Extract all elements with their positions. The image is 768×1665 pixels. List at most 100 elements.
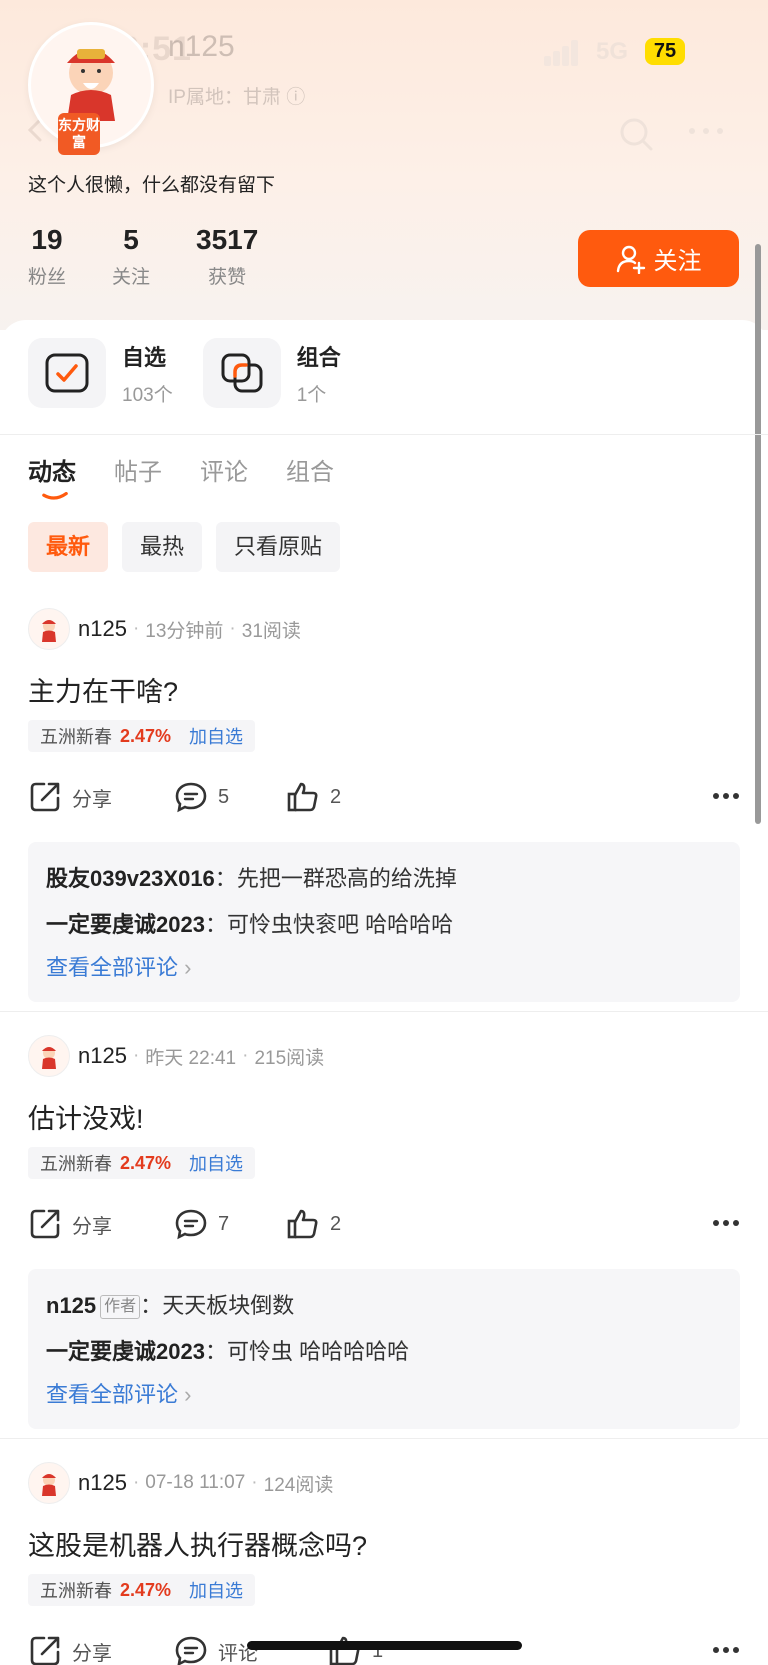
stock-change: 2.47%: [120, 725, 172, 746]
comment-preview[interactable]: 股友039v23X016：先把一群恐高的给洗掉 一定要虔诚2023：可怜虫快衮吧…: [28, 842, 740, 1002]
author-avatar[interactable]: [28, 1462, 70, 1504]
share-label: 分享: [72, 1215, 112, 1238]
view-all-comments-link[interactable]: 查看全部评论 ›: [46, 1375, 722, 1415]
tab-portfolios[interactable]: 组合: [286, 452, 334, 487]
portfolio-icon: [202, 338, 281, 408]
comment-icon: [175, 782, 207, 813]
author-name[interactable]: n125: [78, 616, 127, 642]
like-button[interactable]: 2: [286, 780, 341, 814]
quick-link-portfolio[interactable]: 组合 1个: [202, 338, 341, 408]
quick-link-count: 103个: [122, 384, 173, 406]
author-name[interactable]: n125: [78, 1043, 127, 1069]
comment-user[interactable]: 一定要虔诚2023: [46, 1339, 205, 1364]
filter-hottest[interactable]: 最热: [122, 522, 203, 572]
share-button[interactable]: 分享: [28, 1634, 112, 1665]
stock-name: 五洲新春: [40, 727, 112, 747]
comment-button[interactable]: 7: [174, 1207, 229, 1241]
post-time: 昨天 22:41: [145, 1047, 237, 1069]
post-reads: 215阅读: [254, 1047, 325, 1069]
follow-label: 关注: [653, 248, 702, 275]
add-watchlist-link[interactable]: 加自选: [189, 723, 243, 749]
comment-text: 先把一群恐高的给洗掉: [236, 866, 457, 891]
post-reads: 124阅读: [263, 1474, 334, 1496]
search-icon[interactable]: [618, 116, 654, 152]
add-watchlist-link[interactable]: 加自选: [189, 1577, 243, 1603]
scrollbar[interactable]: [755, 244, 761, 824]
author-avatar[interactable]: [28, 608, 70, 650]
quick-link-title: 组合: [296, 344, 341, 370]
share-button[interactable]: 分享: [28, 1207, 112, 1241]
comment-user[interactable]: n125: [46, 1293, 96, 1318]
more-menu-icon[interactable]: [686, 124, 726, 136]
like-count: 2: [330, 785, 342, 808]
stat-value: 19: [31, 224, 63, 255]
post-title[interactable]: 估计没戏!: [28, 1097, 144, 1136]
author-tag: 作者: [100, 1295, 141, 1319]
tab-underline-icon: [42, 492, 68, 500]
share-button[interactable]: 分享: [28, 780, 112, 814]
filter-latest[interactable]: 最新: [28, 522, 109, 572]
post-reads: 31阅读: [241, 620, 301, 642]
stock-name: 五洲新春: [40, 1154, 112, 1174]
ip-location: IP属地：甘肃 ⓘ: [168, 87, 306, 108]
comment-preview[interactable]: n125 作者 ：天天板块倒数 一定要虔诚2023：可怜虫 哈哈哈哈哈 查看全部评论…: [28, 1269, 740, 1429]
follow-button[interactable]: 关注: [578, 230, 739, 287]
comment-user[interactable]: 一定要虔诚2023: [46, 912, 205, 937]
post-more-icon[interactable]: [712, 1219, 740, 1227]
thumbs-up-icon: [287, 782, 318, 812]
tab-bar: 动态 帖子 评论 组合: [28, 452, 372, 487]
stock-name: 五洲新春: [40, 1581, 112, 1601]
post-actions: 分享 7 2: [28, 1207, 740, 1243]
comment-line: n125 作者 ：天天板块倒数: [46, 1293, 295, 1319]
header-username: n125: [168, 30, 235, 63]
quick-link-count: 1个: [296, 384, 327, 406]
post-time: 13分钟前: [145, 620, 224, 642]
comment-button[interactable]: 5: [174, 780, 229, 814]
watchlist-icon: [28, 338, 106, 408]
filter-original-only[interactable]: 只看原贴: [216, 522, 341, 572]
comment-user[interactable]: 股友039v23X016: [46, 866, 215, 891]
share-icon: [30, 782, 60, 812]
divider: [0, 1011, 768, 1012]
tab-activity[interactable]: 动态: [28, 452, 76, 487]
add-watchlist-link[interactable]: 加自选: [189, 1150, 243, 1176]
profile-stats: 19 粉丝 5 关注 3517 获赞: [28, 224, 304, 289]
like-count: 2: [330, 1212, 342, 1235]
comment-icon: [175, 1636, 207, 1665]
comment-line: 股友039v23X016：先把一群恐高的给洗掉: [46, 866, 457, 891]
stat-value: 3517: [196, 224, 259, 255]
battery-icon: 75: [645, 38, 685, 65]
post-more-icon[interactable]: [712, 1646, 740, 1654]
stat-label: 粉丝: [28, 267, 67, 288]
stat-following[interactable]: 5 关注: [112, 224, 150, 289]
profile-bio: 这个人很懒，什么都没有留下: [28, 175, 276, 196]
like-button[interactable]: 2: [286, 1207, 341, 1241]
comment-text: 天天板块倒数: [162, 1293, 295, 1318]
post-title[interactable]: 这股是机器人执行器概念吗?: [28, 1524, 367, 1563]
brand-badge: 东方财富: [58, 113, 100, 155]
stock-tag[interactable]: 五洲新春 2.47% 加自选: [28, 1574, 256, 1606]
comment-button[interactable]: 评论: [174, 1634, 258, 1665]
view-all-comments-link[interactable]: 查看全部评论 ›: [46, 948, 722, 988]
stock-tag[interactable]: 五洲新春 2.47% 加自选: [28, 1147, 256, 1179]
post-actions: 分享 5 2: [28, 780, 740, 816]
author-name[interactable]: n125: [78, 1470, 127, 1496]
tab-comments[interactable]: 评论: [200, 452, 248, 487]
stat-label: 获赞: [208, 267, 247, 288]
post-time: 07-18 11:07: [145, 1472, 246, 1493]
home-indicator[interactable]: [247, 1641, 522, 1650]
share-label: 分享: [72, 1642, 112, 1665]
stat-likes[interactable]: 3517 获赞: [196, 224, 258, 289]
post-title[interactable]: 主力在干啥?: [28, 670, 178, 709]
signal-icon: [544, 38, 586, 66]
post-more-icon[interactable]: [712, 792, 740, 800]
share-icon: [30, 1209, 60, 1239]
quick-link-watchlist[interactable]: 自选 103个: [28, 338, 173, 408]
comment-text: 可怜虫 哈哈哈哈哈: [226, 1339, 410, 1364]
stat-fans[interactable]: 19 粉丝: [28, 224, 66, 289]
thumbs-up-icon: [287, 1209, 318, 1239]
stock-tag[interactable]: 五洲新春 2.47% 加自选: [28, 720, 256, 752]
quick-link-title: 自选: [122, 344, 167, 370]
author-avatar[interactable]: [28, 1035, 70, 1077]
tab-posts[interactable]: 帖子: [114, 452, 162, 487]
